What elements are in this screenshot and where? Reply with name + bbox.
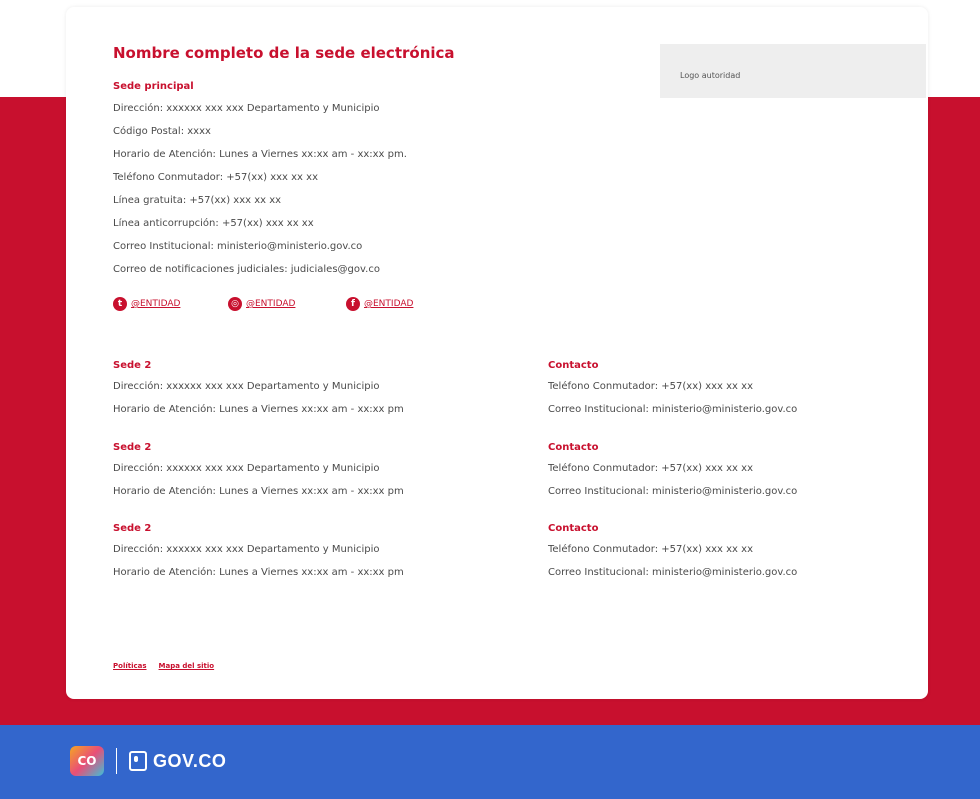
site-title: Nombre completo de la sede electrónica — [113, 44, 455, 62]
contact-phone: Teléfono Conmutador: +57(xx) xxx xx xx — [548, 463, 753, 474]
contact-email: Correo Institucional: ministerio@ministe… — [548, 567, 798, 578]
gov-co-text[interactable]: GOV.CO — [153, 751, 226, 772]
main-office-judicial-email: Correo de notificaciones judiciales: jud… — [113, 264, 380, 275]
sede-address: Dirección: xxxxxx xxx xxx Departamento y… — [113, 381, 380, 392]
social-instagram[interactable]: ◎ @ENTIDAD — [228, 297, 295, 311]
authority-logo-placeholder: Logo autoridad — [660, 44, 926, 98]
instagram-icon: ◎ — [228, 297, 242, 311]
contact-heading: Contacto — [548, 523, 599, 534]
twitter-link[interactable]: @ENTIDAD — [131, 299, 180, 309]
social-twitter[interactable]: t @ENTIDAD — [113, 297, 180, 311]
instagram-link[interactable]: @ENTIDAD — [246, 299, 295, 309]
sitemap-link[interactable]: Mapa del sitio — [159, 662, 215, 670]
sede-heading: Sede 2 — [113, 523, 152, 534]
gov-co-branding: CO GOV.CO — [70, 743, 226, 779]
logo-label: Logo autoridad — [680, 71, 741, 80]
main-office-email: Correo Institucional: ministerio@ministe… — [113, 241, 363, 252]
main-office-postal-code: Código Postal: xxxx — [113, 126, 211, 137]
footer-card: Nombre completo de la sede electrónica L… — [66, 7, 928, 699]
sede-hours: Horario de Atención: Lunes a Viernes xx:… — [113, 486, 404, 497]
sede-address: Dirección: xxxxxx xxx xxx Departamento y… — [113, 544, 380, 555]
sede-address: Dirección: xxxxxx xxx xxx Departamento y… — [113, 463, 380, 474]
main-office-toll-free: Línea gratuita: +57(xx) xxx xx xx — [113, 195, 282, 206]
contact-email: Correo Institucional: ministerio@ministe… — [548, 486, 798, 497]
contact-email: Correo Institucional: ministerio@ministe… — [548, 404, 798, 415]
gov-co-icon — [129, 751, 147, 771]
sede-hours: Horario de Atención: Lunes a Viernes xx:… — [113, 567, 404, 578]
contact-heading: Contacto — [548, 442, 599, 453]
facebook-icon: f — [346, 297, 360, 311]
contact-phone: Teléfono Conmutador: +57(xx) xxx xx xx — [548, 381, 753, 392]
footer-links: Políticas Mapa del sitio — [113, 662, 214, 670]
main-office-anticorruption-line: Línea anticorrupción: +57(xx) xxx xx xx — [113, 218, 314, 229]
contact-phone: Teléfono Conmutador: +57(xx) xxx xx xx — [548, 544, 753, 555]
main-office-phone: Teléfono Conmutador: +57(xx) xxx xx xx — [113, 172, 318, 183]
sede-heading: Sede 2 — [113, 442, 152, 453]
contact-heading: Contacto — [548, 360, 599, 371]
sede-heading: Sede 2 — [113, 360, 152, 371]
sede-hours: Horario de Atención: Lunes a Viernes xx:… — [113, 404, 404, 415]
main-office-address: Dirección: xxxxxx xxx xxx Departamento y… — [113, 103, 380, 114]
co-country-logo[interactable]: CO — [70, 746, 104, 776]
brand-divider — [116, 748, 117, 774]
main-office-heading: Sede principal — [113, 81, 194, 92]
policies-link[interactable]: Políticas — [113, 662, 147, 670]
facebook-link[interactable]: @ENTIDAD — [364, 299, 413, 309]
twitter-icon: t — [113, 297, 127, 311]
main-office-hours: Horario de Atención: Lunes a Viernes xx:… — [113, 149, 407, 160]
social-facebook[interactable]: f @ENTIDAD — [346, 297, 413, 311]
